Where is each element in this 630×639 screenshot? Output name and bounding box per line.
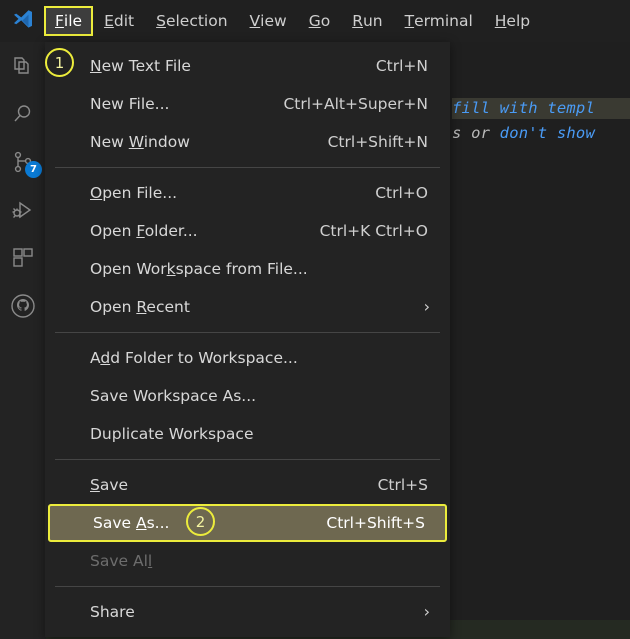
menu-item-label: Add Folder to Workspace...: [90, 349, 298, 367]
menu-item-label: New File...: [90, 95, 170, 113]
menu-separator: [55, 459, 440, 460]
menubar-item-run[interactable]: Run: [341, 6, 393, 36]
menu-item-label: Open Folder...: [90, 222, 198, 240]
menu-item-save[interactable]: Save Ctrl+S: [45, 466, 450, 504]
menubar-item-help[interactable]: Help: [484, 6, 541, 36]
menu-item-save-workspace-as[interactable]: Save Workspace As...: [45, 377, 450, 415]
menubar-item-terminal[interactable]: Terminal: [394, 6, 484, 36]
menu-item-accelerator: Ctrl+Shift+S: [326, 514, 425, 532]
menu-item-open-recent[interactable]: Open Recent ›: [45, 288, 450, 326]
menu-item-label: Share: [90, 603, 135, 621]
menubar-label: o: [320, 12, 331, 30]
menubar-label-mnemonic: G: [308, 12, 321, 30]
menu-item-label: Save: [90, 476, 129, 494]
menu-item-new-text-file[interactable]: New Text File Ctrl+N: [45, 47, 450, 85]
menu-item-label: Save Workspace As...: [90, 387, 257, 405]
activitybar-item-explorer[interactable]: [0, 42, 46, 90]
menu-item-accelerator: Ctrl+K Ctrl+O: [319, 222, 428, 240]
menu-item-open-file[interactable]: Open File... Ctrl+O: [45, 174, 450, 212]
menubar-item-file[interactable]: File: [44, 6, 94, 36]
activitybar-item-github-account[interactable]: [0, 282, 46, 330]
editor-code-line: fill with templ: [452, 98, 630, 119]
menu-item-label: New Window: [90, 133, 190, 151]
code-token: don't show: [499, 124, 595, 142]
menubar-label: erminal: [414, 12, 473, 30]
menu-item-new-file[interactable]: New File... Ctrl+Alt+Super+N: [45, 85, 450, 123]
menu-item-label: Open File...: [90, 184, 178, 202]
menu-item-accelerator: Ctrl+Alt+Super+N: [283, 95, 428, 113]
menubar-label: iew: [260, 12, 287, 30]
search-icon: [11, 102, 35, 126]
menu-item-open-workspace-from-file[interactable]: Open Workspace from File...: [45, 250, 450, 288]
menu-separator: [55, 332, 440, 333]
activitybar-item-search[interactable]: [0, 90, 46, 138]
menu-item-accelerator: Ctrl+S: [377, 476, 428, 494]
menubar-label: elp: [506, 12, 531, 30]
menu-item-new-window[interactable]: New Window Ctrl+Shift+N: [45, 123, 450, 161]
menu-item-share[interactable]: Share ›: [45, 593, 450, 631]
chevron-right-icon: ›: [423, 602, 430, 621]
menubar-item-selection[interactable]: Selection: [145, 6, 238, 36]
menubar-label: un: [362, 12, 383, 30]
menu-item-add-folder-to-workspace[interactable]: Add Folder to Workspace...: [45, 339, 450, 377]
github-account-icon: [10, 293, 36, 319]
menubar-item-view[interactable]: View: [239, 6, 298, 36]
menubar-label: election: [165, 12, 228, 30]
chevron-right-icon: ›: [423, 297, 430, 316]
menu-item-label: Save All: [90, 552, 153, 570]
activitybar-item-source-control[interactable]: 7: [0, 138, 46, 186]
menubar-label-mnemonic: H: [494, 12, 507, 30]
menu-item-accelerator: Ctrl+O: [375, 184, 428, 202]
activity-bar: 7: [0, 42, 46, 639]
menubar-label-mnemonic: E: [104, 12, 114, 30]
menu-item-accelerator: Ctrl+Shift+N: [327, 133, 428, 151]
menu-item-save-all: Save All: [45, 542, 450, 580]
menu-item-accelerator: Ctrl+N: [375, 57, 428, 75]
menu-item-save-as[interactable]: Save As... Ctrl+Shift+S: [48, 504, 447, 542]
menubar-label-mnemonic: F: [55, 12, 64, 30]
vscode-logo-icon: [0, 0, 44, 42]
code-token: s or: [452, 124, 500, 142]
explorer-icon: [11, 54, 35, 78]
menubar-item-edit[interactable]: Edit: [93, 6, 145, 36]
menu-item-label: New Text File: [90, 57, 191, 75]
menubar-label-mnemonic: V: [249, 12, 261, 30]
menu-item-open-folder[interactable]: Open Folder... Ctrl+K Ctrl+O: [45, 212, 450, 250]
source-control-badge: 7: [25, 161, 42, 178]
run-and-debug-icon: [11, 198, 35, 222]
menu-item-duplicate-workspace[interactable]: Duplicate Workspace: [45, 415, 450, 453]
annotation-marker-1: 1: [45, 48, 74, 77]
annotation-marker-2: 2: [186, 507, 215, 536]
activitybar-item-extensions[interactable]: [0, 234, 46, 282]
menubar-label: dit: [113, 12, 135, 30]
extensions-icon: [11, 246, 35, 270]
title-bar: File Edit Selection View Go Run Terminal…: [0, 0, 630, 42]
menubar-label-mnemonic: T: [404, 12, 415, 30]
menu-separator: [55, 167, 440, 168]
activitybar-item-run-debug[interactable]: [0, 186, 46, 234]
menu-item-label: Duplicate Workspace: [90, 425, 254, 443]
file-dropdown-menu: New Text File Ctrl+N New File... Ctrl+Al…: [45, 42, 450, 637]
menubar-item-go[interactable]: Go: [298, 6, 342, 36]
menubar-label-mnemonic: R: [352, 12, 363, 30]
menubar-label-mnemonic: S: [156, 12, 166, 30]
code-token: fill with templ: [452, 99, 595, 117]
menubar-label: ile: [63, 12, 83, 30]
menu-separator: [55, 586, 440, 587]
editor-code-line: s or don't show: [452, 124, 595, 142]
menu-item-label: Open Recent: [90, 298, 190, 316]
menu-item-label: Open Workspace from File...: [90, 260, 308, 278]
